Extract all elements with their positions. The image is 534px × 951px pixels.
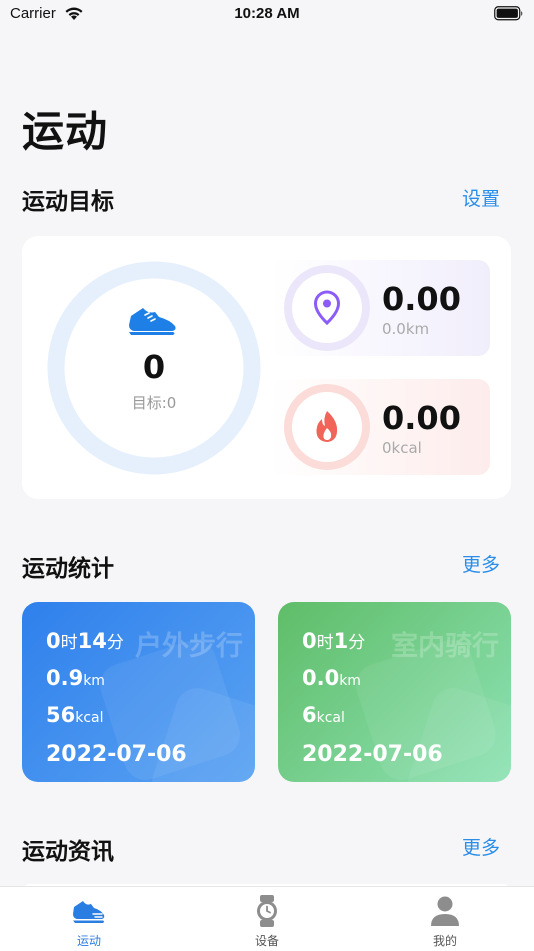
activity-distance: 0.9km [46,666,105,690]
activity-distance: 0.0km [302,666,361,690]
calorie-unit: 0kcal [382,439,422,457]
distance-stat: 0.00 0.0km [270,260,490,356]
steps-target: 目标:0 [131,394,177,412]
activity-type-label: 室内骑行 [391,631,499,662]
goal-card: 0 目标:0 0.00 0.0km 0.00 0kcal [22,236,511,499]
distance-unit: 0.0km [382,320,430,338]
clock-time: 10:28 AM [234,5,300,22]
calorie-stat: 0.00 0kcal [270,379,490,475]
activity-duration: 0时14分 [46,629,124,653]
outdoor-walk-card[interactable]: 户外步行 0时14分 0.9km 56kcal 2022-07-06 [22,602,255,782]
running-shoe-icon [71,897,107,931]
status-bar: Carrier 10:28 AM [0,0,534,30]
activity-duration: 0时1分 [302,629,366,653]
activity-date: 2022-07-06 [46,742,187,767]
page-title: 运动 [22,107,109,156]
flame-icon [313,410,341,448]
distance-icon-badge [284,265,370,351]
tab-label: 设备 [254,934,279,948]
running-shoe-icon [126,302,178,342]
person-icon [430,895,460,931]
activity-type-label: 户外步行 [135,631,243,662]
activity-date: 2022-07-06 [302,742,443,767]
activity-calories: 56kcal [46,703,104,727]
tab-mine[interactable]: 我的 [356,887,534,951]
goal-settings-button[interactable]: 设置 [462,184,500,211]
steps-count: 0 [142,348,166,386]
location-pin-icon [313,290,341,330]
goal-section-title: 运动目标 [22,189,114,215]
distance-value: 0.00 [382,280,461,318]
tab-sport[interactable]: 运动 [0,887,178,951]
news-more-button[interactable]: 更多 [462,833,500,860]
stats-section-title: 运动统计 [22,556,114,582]
battery-icon [494,6,524,21]
news-section-title: 运动资讯 [22,839,114,865]
stats-more-button[interactable]: 更多 [462,550,500,577]
watch-icon [255,894,279,932]
calorie-icon-badge [284,384,370,470]
tab-device[interactable]: 设备 [178,887,356,951]
tab-label: 我的 [432,934,457,948]
calorie-value: 0.00 [382,399,461,437]
tab-label: 运动 [76,934,101,948]
indoor-cycling-card[interactable]: 室内骑行 0时1分 0.0km 6kcal 2022-07-06 [278,602,511,782]
tab-bar: 运动 设备 我的 [0,886,534,951]
activity-calories: 6kcal [302,703,345,727]
